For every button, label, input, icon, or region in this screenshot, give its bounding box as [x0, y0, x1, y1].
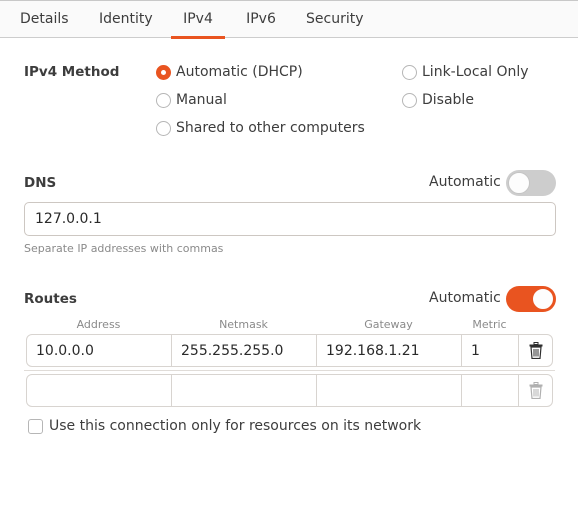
route-gateway-input[interactable]: 192.168.1.21 — [317, 335, 462, 366]
checkbox-label: Use this connection only for resources o… — [49, 418, 422, 434]
column-header-address: Address — [76, 318, 121, 331]
dns-label: DNS — [24, 175, 57, 191]
column-header-gateway: Gateway — [364, 318, 413, 331]
radio-indicator — [402, 64, 417, 80]
route-address-input[interactable]: 10.0.0.0 — [27, 335, 172, 366]
route-gateway-input[interactable] — [317, 375, 462, 406]
radio-indicator — [156, 92, 171, 108]
tab-ipv6[interactable]: IPv6 — [246, 1, 276, 38]
ipv4-method-label: IPv4 Method — [24, 64, 120, 80]
radio-label: Manual — [176, 92, 227, 108]
radio-indicator — [156, 64, 171, 80]
checkbox-indicator — [28, 418, 43, 434]
switch-knob — [508, 172, 530, 194]
radio-label: Shared to other computers — [176, 120, 365, 136]
radio-automatic-dhcp[interactable]: Automatic (DHCP) — [156, 64, 303, 80]
routes-automatic-label: Automatic — [429, 290, 501, 306]
delete-route-button[interactable] — [519, 335, 552, 366]
radio-label: Link-Local Only — [422, 64, 529, 80]
route-netmask-input[interactable] — [172, 375, 317, 406]
route-netmask-input[interactable]: 255.255.255.0 — [172, 335, 317, 366]
tab-security[interactable]: Security — [306, 1, 364, 38]
dns-hint: Separate IP addresses with commas — [24, 242, 224, 255]
tab-ipv4[interactable]: IPv4 — [171, 1, 225, 39]
radio-link-local-only[interactable]: Link-Local Only — [402, 64, 529, 80]
route-separator — [24, 370, 555, 371]
route-metric-input[interactable]: 1 — [462, 335, 519, 366]
dns-input[interactable]: 127.0.0.1 — [24, 202, 556, 236]
trash-icon — [529, 342, 542, 359]
radio-label: Automatic (DHCP) — [176, 64, 303, 80]
radio-label: Disable — [422, 92, 474, 108]
radio-shared[interactable]: Shared to other computers — [156, 120, 365, 136]
route-address-input[interactable] — [27, 375, 172, 406]
routes-label: Routes — [24, 291, 77, 307]
column-header-netmask: Netmask — [219, 318, 268, 331]
tab-details[interactable]: Details — [20, 1, 69, 38]
column-header-metric: Metric — [472, 318, 507, 331]
switch-knob — [532, 288, 554, 310]
route-metric-input[interactable] — [462, 375, 519, 406]
delete-route-button[interactable] — [519, 375, 552, 406]
route-row — [26, 374, 553, 407]
routes-automatic-switch[interactable] — [506, 286, 556, 312]
dns-automatic-label: Automatic — [429, 174, 501, 190]
tab-bar: Details Identity IPv4 IPv6 Security — [0, 0, 578, 39]
dns-automatic-switch[interactable] — [506, 170, 556, 196]
tab-identity[interactable]: Identity — [99, 1, 153, 38]
route-row: 10.0.0.0 255.255.255.0 192.168.1.21 1 — [26, 334, 553, 367]
radio-indicator — [402, 92, 417, 108]
trash-icon — [529, 382, 542, 399]
restrict-to-network-checkbox[interactable]: Use this connection only for resources o… — [28, 418, 421, 434]
radio-indicator — [156, 120, 171, 136]
radio-manual[interactable]: Manual — [156, 92, 227, 108]
radio-disable[interactable]: Disable — [402, 92, 474, 108]
